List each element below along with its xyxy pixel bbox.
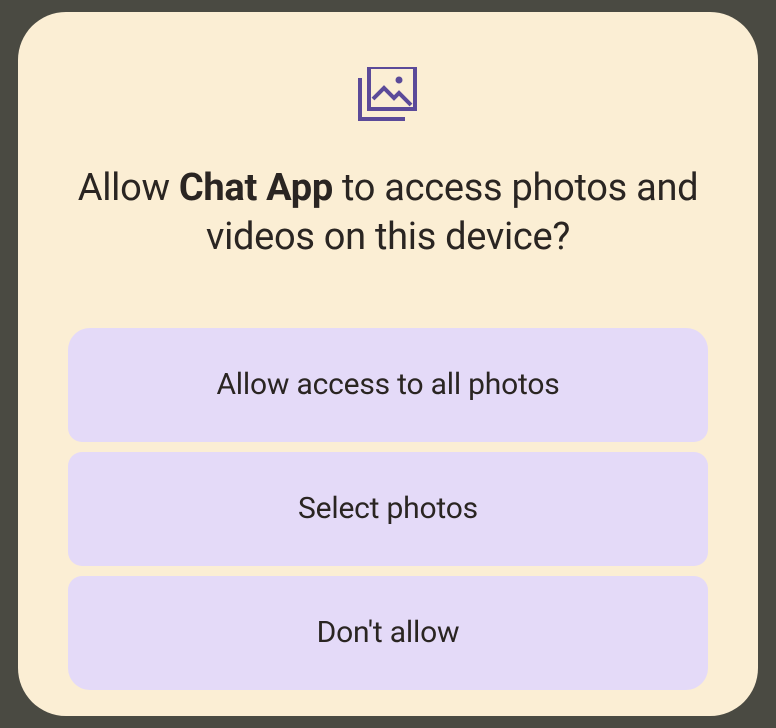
title-prefix: Allow [78, 166, 179, 210]
options-group: Allow access to all photos Select photos… [68, 328, 708, 690]
dont-allow-button[interactable]: Don't allow [68, 576, 708, 690]
permission-title: Allow Chat App to access photos and vide… [68, 164, 708, 263]
permission-dialog: Allow Chat App to access photos and vide… [18, 12, 758, 716]
app-name: Chat App [179, 166, 333, 210]
photo-gallery-icon [356, 67, 420, 129]
allow-all-button[interactable]: Allow access to all photos [68, 328, 708, 442]
select-photos-button[interactable]: Select photos [68, 452, 708, 566]
